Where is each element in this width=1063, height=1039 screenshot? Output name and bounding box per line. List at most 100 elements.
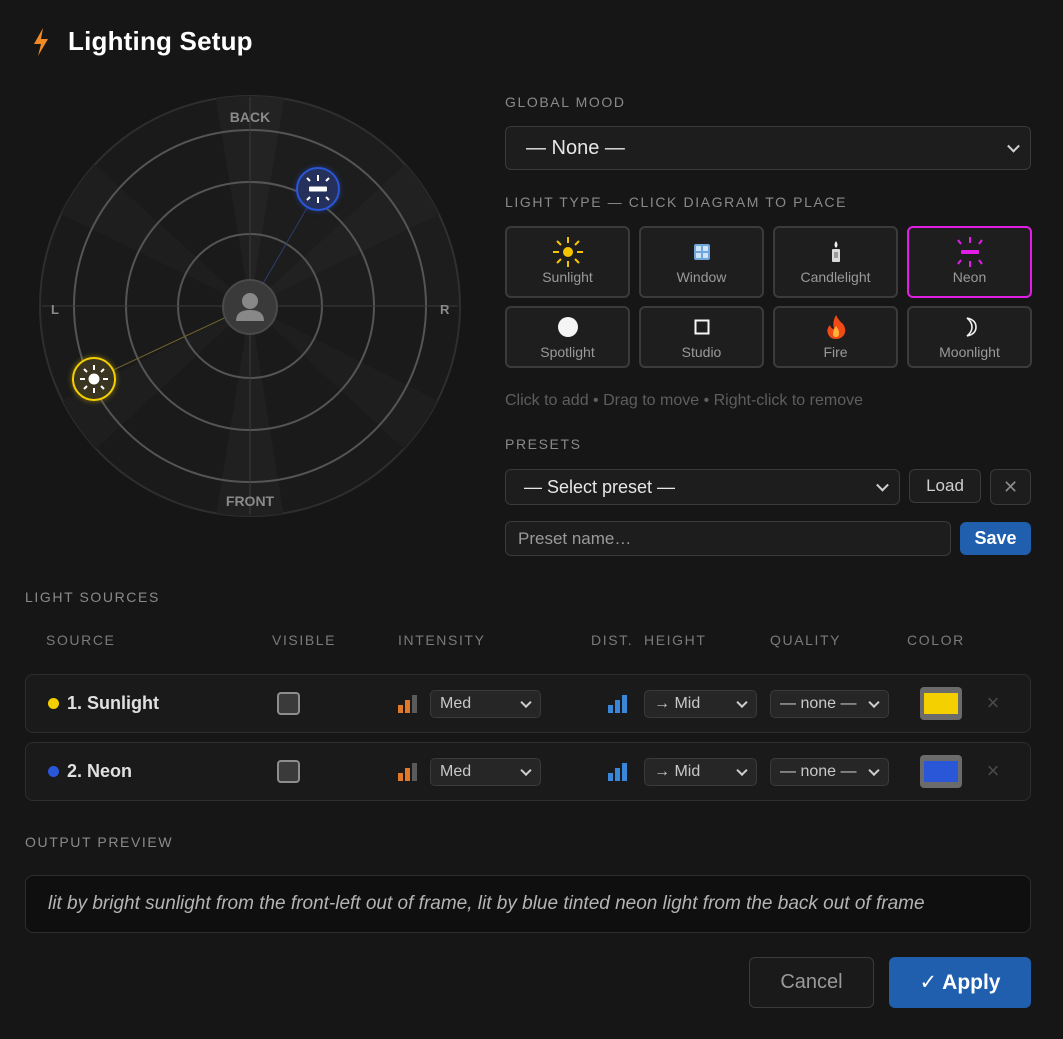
cancel-button[interactable]: Cancel	[749, 957, 874, 1008]
light-type-window[interactable]: Window	[639, 226, 764, 298]
sun-icon	[80, 365, 108, 393]
output-preview-label: OUTPUT PREVIEW	[25, 834, 174, 850]
chevron-down-icon	[868, 764, 880, 777]
presets-label: PRESETS	[505, 436, 582, 452]
height-select[interactable]: → Mid	[644, 690, 757, 718]
page-title: Lighting Setup	[68, 26, 253, 56]
preset-select[interactable]: — Select preset —	[505, 469, 900, 505]
light-type-label-text: Moonlight	[939, 344, 1000, 360]
light-type-label-text: Fire	[823, 344, 848, 360]
diagram-label-front: FRONT	[225, 493, 275, 509]
studio-icon	[694, 319, 709, 335]
load-preset-button[interactable]: Load	[909, 469, 981, 503]
visible-checkbox[interactable]	[277, 692, 300, 715]
light-type-candlelight[interactable]: Candlelight	[773, 226, 898, 298]
light-sources-label: LIGHT SOURCES	[25, 589, 160, 605]
save-preset-button[interactable]: Save	[960, 522, 1031, 555]
intensity-bars-icon	[398, 763, 417, 781]
source-color-dot	[48, 766, 59, 777]
bolt-icon	[30, 27, 52, 57]
preset-select-value: — Select preset —	[524, 476, 676, 497]
intensity-select[interactable]: Med	[430, 758, 541, 786]
global-mood-value: — None —	[526, 136, 625, 159]
output-preview-text: lit by bright sunlight from the front-le…	[48, 893, 925, 914]
light-source-row: 2. Neon Med → Mid — none — ×	[25, 742, 1031, 801]
neon-icon	[956, 237, 983, 267]
light-type-studio[interactable]: Studio	[639, 306, 764, 368]
quality-value: — none —	[780, 695, 857, 712]
neon-icon	[306, 175, 330, 203]
col-header-source: SOURCE	[46, 632, 116, 648]
light-type-label-text: Studio	[681, 344, 722, 360]
light-type-label-text: Window	[676, 269, 727, 285]
sun-icon	[552, 237, 583, 267]
close-icon: ✕	[1002, 476, 1019, 497]
col-header-color: COLOR	[907, 632, 965, 648]
candle-icon	[831, 241, 840, 262]
quality-select[interactable]: — none —	[770, 690, 889, 718]
diagram-label-back: BACK	[229, 109, 271, 125]
col-header-height: HEIGHT	[644, 632, 707, 648]
chevron-down-icon	[868, 696, 880, 709]
intensity-value: Med	[440, 695, 472, 712]
light-type-fire[interactable]: Fire	[773, 306, 898, 368]
col-header-intensity: INTENSITY	[398, 632, 486, 648]
source-name: 2. Neon	[48, 743, 132, 800]
chevron-down-icon	[736, 764, 748, 777]
intensity-select[interactable]: Med	[430, 690, 541, 718]
window-icon	[693, 244, 710, 260]
apply-button[interactable]: ✓ Apply	[889, 957, 1031, 1008]
visible-checkbox[interactable]	[277, 760, 300, 783]
clear-preset-button[interactable]: ✕	[990, 469, 1031, 505]
source-color-dot	[48, 698, 59, 709]
chevron-down-icon	[520, 764, 532, 777]
spotlight-icon	[557, 317, 578, 337]
quality-select[interactable]: — none —	[770, 758, 889, 786]
col-header-quality: QUALITY	[770, 632, 842, 648]
chevron-down-icon	[736, 696, 748, 709]
diagram-label-left: L	[51, 302, 59, 317]
intensity-value: Med	[440, 763, 472, 780]
chevron-down-icon	[1007, 139, 1020, 153]
quality-value: — none —	[780, 763, 857, 780]
light-marker-sunlight[interactable]	[72, 357, 116, 401]
light-type-label-text: Sunlight	[542, 269, 593, 285]
light-type-spotlight[interactable]: Spotlight	[505, 306, 630, 368]
light-marker-neon[interactable]	[296, 167, 340, 211]
light-type-label: LIGHT TYPE — CLICK DIAGRAM TO PLACE	[505, 194, 848, 210]
col-header-distance: DIST.	[591, 632, 634, 648]
height-value: → Mid	[654, 763, 701, 780]
col-header-visible: VISIBLE	[272, 632, 337, 648]
source-name-text: 1. Sunlight	[67, 693, 159, 713]
global-mood-label: GLOBAL MOOD	[505, 94, 626, 110]
color-swatch[interactable]	[920, 687, 962, 720]
chevron-down-icon	[520, 696, 532, 709]
distance-bars-icon	[608, 763, 627, 781]
subject-avatar-icon	[222, 279, 278, 335]
light-type-moonlight[interactable]: Moonlight	[907, 306, 1032, 368]
source-name: 1. Sunlight	[48, 675, 159, 732]
light-type-grid: Sunlight Window Candlelight Neon Spotlig…	[505, 226, 1032, 368]
light-type-label-text: Candlelight	[800, 269, 871, 285]
light-type-label-text: Neon	[952, 269, 987, 285]
source-name-text: 2. Neon	[67, 761, 133, 781]
output-preview-box: lit by bright sunlight from the front-le…	[25, 875, 1031, 933]
light-type-sunlight[interactable]: Sunlight	[505, 226, 630, 298]
height-select[interactable]: → Mid	[644, 758, 757, 786]
chevron-down-icon	[876, 478, 889, 492]
color-swatch[interactable]	[920, 755, 962, 788]
preset-name-input[interactable]	[505, 521, 951, 556]
remove-source-button[interactable]: ×	[981, 759, 1005, 783]
light-type-neon[interactable]: Neon	[907, 226, 1032, 298]
light-type-hint: Click to add • Drag to move • Right-clic…	[505, 392, 863, 409]
header: Lighting Setup	[30, 26, 253, 57]
diagram-label-right: R	[440, 302, 450, 317]
global-mood-select[interactable]: — None —	[505, 126, 1031, 170]
remove-source-button[interactable]: ×	[981, 691, 1005, 715]
light-source-row: 1. Sunlight Med → Mid — none — ×	[25, 674, 1031, 733]
intensity-bars-icon	[398, 695, 417, 713]
light-placement-diagram[interactable]: BACK FRONT L R	[38, 93, 462, 523]
light-type-label-text: Spotlight	[540, 344, 595, 360]
moon-icon	[965, 317, 977, 337]
height-value: → Mid	[654, 695, 701, 712]
